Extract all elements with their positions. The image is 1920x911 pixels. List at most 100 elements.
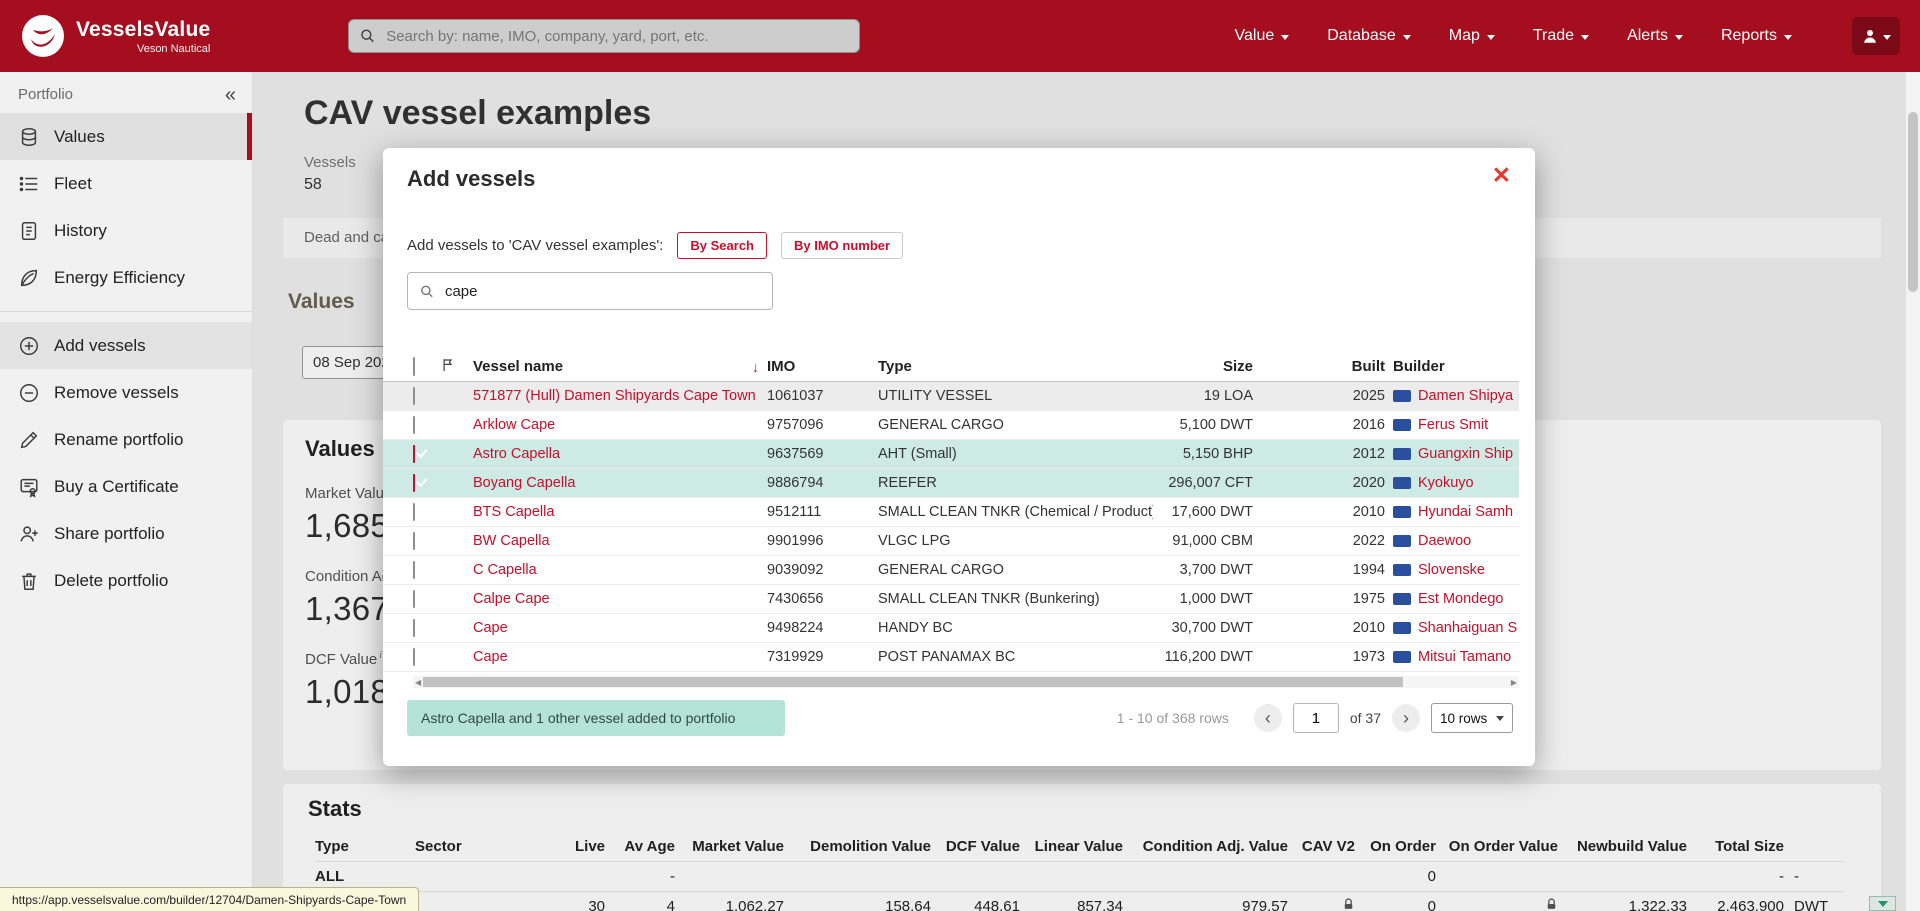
sidebar-item-buy-certificate[interactable]: Buy a Certificate <box>0 463 252 510</box>
sidebar-item-add-vessels[interactable]: Add vessels <box>0 322 252 369</box>
sidebar-item-energy-efficiency[interactable]: Energy Efficiency <box>0 254 252 301</box>
vertical-scrollbar[interactable] <box>1906 72 1920 911</box>
sidebar-divider <box>0 311 252 312</box>
builder-link[interactable]: Hyundai Samh <box>1418 504 1513 520</box>
row-checkbox[interactable] <box>413 474 415 492</box>
prev-page-button[interactable]: ‹ <box>1254 704 1282 732</box>
vessel-imo: 9512111 <box>767 504 878 520</box>
add-vessels-modal: Add vessels ✕ Add vessels to 'CAV vessel… <box>383 148 1535 766</box>
vessel-name-link[interactable]: BW Capella <box>473 533 550 549</box>
table-row[interactable]: 571877 (Hull) Damen Shipyards Cape Town … <box>383 382 1519 411</box>
collapse-sidebar-icon[interactable]: « <box>225 88 236 102</box>
page-number-input[interactable] <box>1293 703 1339 733</box>
column-header-builder[interactable]: Builder <box>1393 358 1519 375</box>
nav-label: Reports <box>1721 27 1777 45</box>
table-row[interactable]: C Capella 9039092 GENERAL CARGO 3,700 DW… <box>383 556 1519 585</box>
sidebar-item-delete-portfolio[interactable]: Delete portfolio <box>0 557 252 604</box>
row-checkbox[interactable] <box>413 503 415 521</box>
nav-alerts[interactable]: Alerts <box>1627 27 1683 45</box>
table-row[interactable]: BTS Capella 9512111 SMALL CLEAN TNKR (Ch… <box>383 498 1519 527</box>
vessel-name-link[interactable]: Calpe Cape <box>473 591 550 607</box>
column-header-type[interactable]: Type <box>878 358 1153 375</box>
by-imo-number-button[interactable]: By IMO number <box>781 232 903 259</box>
row-checkbox[interactable] <box>413 445 415 463</box>
table-row[interactable]: Cape 7319929 POST PANAMAX BC 116,200 DWT… <box>383 643 1519 672</box>
table-row[interactable]: Astro Capella 9637569 AHT (Small) 5,150 … <box>383 440 1519 469</box>
builder-link[interactable]: Shanhaiguan S <box>1418 620 1517 636</box>
builder-link[interactable]: Mitsui Tamano <box>1418 649 1511 665</box>
vessel-type: VLGC LPG <box>878 533 1153 549</box>
sidebar-item-fleet[interactable]: Fleet <box>0 160 252 207</box>
certificate-icon <box>18 476 40 498</box>
nav-database[interactable]: Database <box>1327 27 1411 45</box>
column-header-size[interactable]: Size <box>1153 358 1253 375</box>
sidebar-item-share-portfolio[interactable]: Share portfolio <box>0 510 252 557</box>
nav-map[interactable]: Map <box>1449 27 1495 45</box>
vessel-name-link[interactable]: C Capella <box>473 562 537 578</box>
builder-link[interactable]: Ferus Smit <box>1418 417 1488 433</box>
sidebar-item-label: Add vessels <box>54 336 146 356</box>
table-row[interactable]: BW Capella 9901996 VLGC LPG 91,000 CBM 2… <box>383 527 1519 556</box>
vessel-results-table: Vessel name↓ IMO Type Size Built Builder… <box>383 352 1519 672</box>
sort-desc-icon[interactable]: ↓ <box>752 359 759 375</box>
table-row[interactable]: Arklow Cape 9757096 GENERAL CARGO 5,100 … <box>383 411 1519 440</box>
vertical-scrollbar-thumb[interactable] <box>1908 112 1918 292</box>
builder-flag-icon <box>1393 390 1411 402</box>
sidebar-item-history[interactable]: History <box>0 207 252 254</box>
vessel-name-link[interactable]: Arklow Cape <box>473 417 555 433</box>
scroll-right-icon[interactable]: ▶ <box>1509 678 1519 687</box>
scroll-left-icon[interactable]: ◀ <box>413 678 423 687</box>
builder-link[interactable]: Kyokuyo <box>1418 475 1474 491</box>
row-checkbox[interactable] <box>413 619 415 637</box>
column-header-built[interactable]: Built <box>1253 358 1393 375</box>
vessel-name-link[interactable]: Astro Capella <box>473 446 560 462</box>
builder-link[interactable]: Slovenske <box>1418 562 1485 578</box>
select-all-checkbox[interactable] <box>413 357 415 376</box>
vessel-size: 296,007 CFT <box>1153 475 1253 491</box>
table-row[interactable]: Cape 9498224 HANDY BC 30,700 DWT 2010 Sh… <box>383 614 1519 643</box>
nav-reports[interactable]: Reports <box>1721 27 1792 45</box>
next-page-button[interactable]: › <box>1392 704 1420 732</box>
vessel-imo: 9039092 <box>767 562 878 578</box>
rows-per-page-select[interactable]: 10 rows <box>1431 703 1513 733</box>
global-search-input[interactable] <box>384 27 848 46</box>
by-search-button[interactable]: By Search <box>677 232 767 259</box>
close-icon[interactable]: ✕ <box>1492 162 1511 189</box>
horizontal-scrollbar-thumb[interactable] <box>423 677 1403 687</box>
row-checkbox[interactable] <box>413 648 415 666</box>
values-icon <box>18 126 40 148</box>
builder-link[interactable]: Est Mondego <box>1418 591 1503 607</box>
sidebar-item-rename-portfolio[interactable]: Rename portfolio <box>0 416 252 463</box>
global-search[interactable] <box>348 19 860 53</box>
builder-flag-icon <box>1393 622 1411 634</box>
horizontal-scrollbar[interactable]: ◀ ▶ <box>413 676 1519 688</box>
vessel-name-link[interactable]: 571877 (Hull) Damen Shipyards Cape Town <box>473 388 756 404</box>
sidebar-item-remove-vessels[interactable]: Remove vessels <box>0 369 252 416</box>
column-header-imo[interactable]: IMO <box>767 358 878 375</box>
column-header-vessel-name[interactable]: Vessel name↓ <box>473 358 767 375</box>
minus-circle-icon <box>18 382 40 404</box>
vessel-name-link[interactable]: BTS Capella <box>473 504 554 520</box>
sidebar-item-values[interactable]: Values <box>0 113 252 160</box>
brand-logo[interactable]: VesselsValue Veson Nautical <box>22 15 210 57</box>
vessel-name-link[interactable]: Cape <box>473 620 508 636</box>
user-menu-button[interactable] <box>1852 17 1900 55</box>
builder-link[interactable]: Damen Shipya <box>1418 388 1513 404</box>
builder-flag-icon <box>1393 651 1411 663</box>
vessel-name-link[interactable]: Boyang Capella <box>473 475 575 491</box>
row-checkbox[interactable] <box>413 416 415 434</box>
row-checkbox[interactable] <box>413 561 415 579</box>
vessel-search-input[interactable] <box>443 282 760 301</box>
builder-link[interactable]: Daewoo <box>1418 533 1471 549</box>
table-row[interactable]: Boyang Capella 9886794 REEFER 296,007 CF… <box>383 469 1519 498</box>
row-checkbox[interactable] <box>413 387 415 405</box>
vessel-search-box[interactable] <box>407 272 773 310</box>
row-checkbox[interactable] <box>413 532 415 550</box>
vessel-name-link[interactable]: Cape <box>473 649 508 665</box>
nav-value[interactable]: Value <box>1235 27 1290 45</box>
builder-link[interactable]: Guangxin Ship <box>1418 446 1513 462</box>
row-checkbox[interactable] <box>413 590 415 608</box>
table-row[interactable]: Calpe Cape 7430656 SMALL CLEAN TNKR (Bun… <box>383 585 1519 614</box>
nav-trade[interactable]: Trade <box>1533 27 1589 45</box>
app-window: VesselsValue Veson Nautical Value Databa… <box>0 0 1920 911</box>
